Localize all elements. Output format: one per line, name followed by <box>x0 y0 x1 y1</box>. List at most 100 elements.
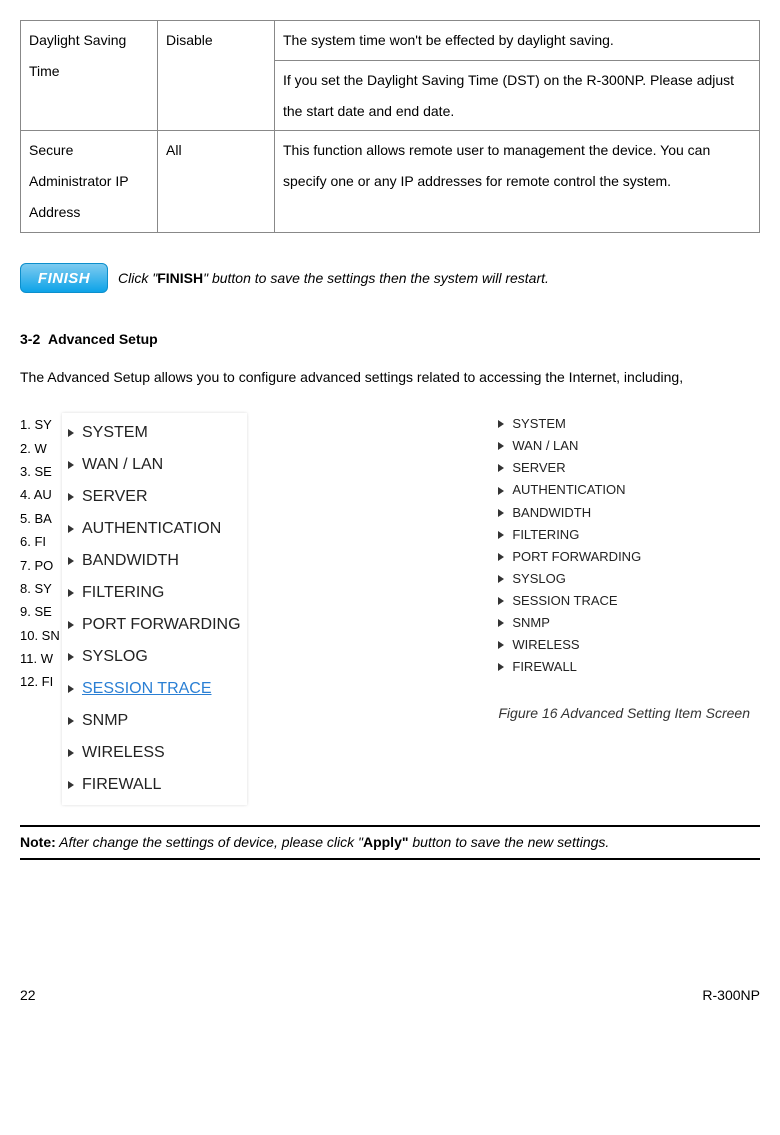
menu-item-label: WIRELESS <box>82 737 165 769</box>
finish-instruction: Click "FINISH" button to save the settin… <box>118 263 549 294</box>
list-item: 4. AU <box>20 483 50 506</box>
arrow-icon <box>68 781 74 789</box>
menu-item-label: AUTHENTICATION <box>512 479 625 501</box>
arrow-icon <box>498 420 504 428</box>
finish-row: FINISH Click "FINISH" button to save the… <box>20 263 760 294</box>
menu-item-label: FIREWALL <box>82 769 161 801</box>
numbered-list-fragment: 1. SY2. W3. SE4. AU5. BA6. FI7. PO8. SY9… <box>20 413 50 694</box>
list-item: 6. FI <box>20 530 50 553</box>
menu-item-label: SESSION TRACE <box>512 590 617 612</box>
arrow-icon <box>68 749 74 757</box>
arrow-icon <box>68 493 74 501</box>
arrow-icon <box>68 685 74 693</box>
menu-item-wan-lan[interactable]: WAN / LAN <box>498 435 750 457</box>
advanced-menu-small: SYSTEMWAN / LANSERVERAUTHENTICATIONBANDW… <box>498 413 750 678</box>
arrow-icon <box>498 663 504 671</box>
section-heading: 3-2 Advanced Setup <box>20 324 760 355</box>
menu-item-label: WAN / LAN <box>512 435 578 457</box>
menu-item-session-trace[interactable]: SESSION TRACE <box>68 673 241 705</box>
menu-item-label: PORT FORWARDING <box>512 546 641 568</box>
list-item: 8. SY <box>20 577 50 600</box>
arrow-icon <box>498 597 504 605</box>
menu-item-label: SERVER <box>82 481 148 513</box>
arrow-icon <box>498 464 504 472</box>
menu-item-authentication[interactable]: AUTHENTICATION <box>68 513 241 545</box>
menu-item-label: FIREWALL <box>512 656 577 678</box>
arrow-icon <box>498 575 504 583</box>
cell-adminip-desc: This function allows remote user to mana… <box>275 131 760 232</box>
menu-item-label: FILTERING <box>82 577 164 609</box>
menu-item-bandwidth[interactable]: BANDWIDTH <box>68 545 241 577</box>
menu-item-wan-lan[interactable]: WAN / LAN <box>68 449 241 481</box>
menu-item-label: SNMP <box>82 705 128 737</box>
arrow-icon <box>498 531 504 539</box>
arrow-icon <box>68 525 74 533</box>
section-intro: The Advanced Setup allows you to configu… <box>20 362 760 393</box>
arrow-icon <box>68 557 74 565</box>
menu-item-firewall[interactable]: FIREWALL <box>68 769 241 801</box>
page-number: 22 <box>20 980 36 1011</box>
menu-item-label: FILTERING <box>512 524 579 546</box>
figure-caption: Figure 16 Advanced Setting Item Screen <box>498 698 750 729</box>
menu-item-system[interactable]: SYSTEM <box>68 417 241 449</box>
advanced-menu-large: SYSTEMWAN / LANSERVERAUTHENTICATIONBANDW… <box>62 413 247 805</box>
note-label: Note: <box>20 834 56 850</box>
menu-item-port-forwarding[interactable]: PORT FORWARDING <box>498 546 750 568</box>
cell-dst-desc-b: If you set the Daylight Saving Time (DST… <box>275 60 760 131</box>
arrow-icon <box>498 442 504 450</box>
menu-item-server[interactable]: SERVER <box>498 457 750 479</box>
menu-item-label: PORT FORWARDING <box>82 609 241 641</box>
menu-item-label: BANDWIDTH <box>82 545 179 577</box>
cell-dst-label: Daylight Saving Time <box>21 21 158 131</box>
list-item: 9. SE <box>20 600 50 623</box>
arrow-icon <box>68 717 74 725</box>
menu-item-label: SERVER <box>512 457 565 479</box>
menu-item-syslog[interactable]: SYSLOG <box>498 568 750 590</box>
list-item: 7. PO <box>20 554 50 577</box>
menu-item-label: SESSION TRACE <box>82 673 212 705</box>
settings-table: Daylight Saving Time Disable The system … <box>20 20 760 233</box>
list-item: 5. BA <box>20 507 50 530</box>
menu-item-label: WIRELESS <box>512 634 579 656</box>
menu-item-label: AUTHENTICATION <box>82 513 221 545</box>
menu-item-wireless[interactable]: WIRELESS <box>68 737 241 769</box>
list-item: 10. SN <box>20 624 50 647</box>
list-item: 2. W <box>20 437 50 460</box>
menu-item-authentication[interactable]: AUTHENTICATION <box>498 479 750 501</box>
menu-item-system[interactable]: SYSTEM <box>498 413 750 435</box>
arrow-icon <box>498 509 504 517</box>
menu-item-port-forwarding[interactable]: PORT FORWARDING <box>68 609 241 641</box>
list-item: 1. SY <box>20 413 50 436</box>
menu-item-server[interactable]: SERVER <box>68 481 241 513</box>
menu-item-bandwidth[interactable]: BANDWIDTH <box>498 502 750 524</box>
menu-item-syslog[interactable]: SYSLOG <box>68 641 241 673</box>
menu-item-label: WAN / LAN <box>82 449 163 481</box>
menu-item-label: SNMP <box>512 612 550 634</box>
cell-adminip-label: Secure Administrator IP Address <box>21 131 158 232</box>
arrow-icon <box>68 653 74 661</box>
arrow-icon <box>498 641 504 649</box>
arrow-icon <box>498 619 504 627</box>
menu-item-wireless[interactable]: WIRELESS <box>498 634 750 656</box>
page-footer: 22 R-300NP <box>20 980 760 1011</box>
menu-item-session-trace[interactable]: SESSION TRACE <box>498 590 750 612</box>
cell-adminip-value: All <box>158 131 275 232</box>
menu-item-label: SYSLOG <box>82 641 148 673</box>
cell-dst-desc-a: The system time won't be effected by day… <box>275 21 760 61</box>
menu-item-firewall[interactable]: FIREWALL <box>498 656 750 678</box>
advanced-menu-small-wrapper: SYSTEMWAN / LANSERVERAUTHENTICATIONBANDW… <box>498 413 760 729</box>
menu-item-label: SYSTEM <box>82 417 148 449</box>
menu-item-filtering[interactable]: FILTERING <box>498 524 750 546</box>
menu-item-snmp[interactable]: SNMP <box>68 705 241 737</box>
menu-item-label: SYSLOG <box>512 568 565 590</box>
list-item: 3. SE <box>20 460 50 483</box>
note-block: Note: After change the settings of devic… <box>20 825 760 859</box>
arrow-icon <box>68 461 74 469</box>
menu-item-snmp[interactable]: SNMP <box>498 612 750 634</box>
arrow-icon <box>498 487 504 495</box>
finish-button[interactable]: FINISH <box>20 263 108 293</box>
menu-item-filtering[interactable]: FILTERING <box>68 577 241 609</box>
cell-dst-value: Disable <box>158 21 275 131</box>
list-item: 12. FI <box>20 670 50 693</box>
arrow-icon <box>498 553 504 561</box>
